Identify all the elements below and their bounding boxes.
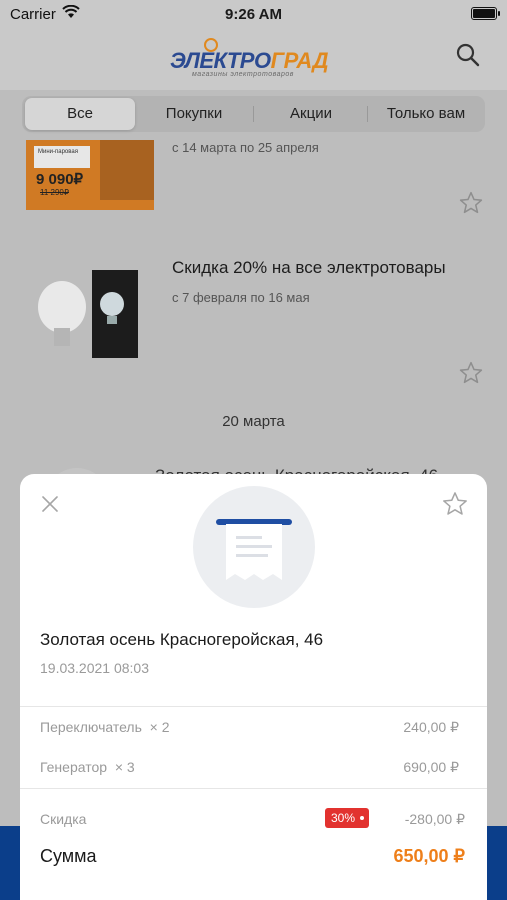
logo-subtitle: магазины электротоваров — [192, 71, 294, 78]
tab-only-for-you[interactable]: Только вам — [370, 98, 482, 130]
logo-part-2: ГРАД — [270, 48, 329, 73]
line-item-amount: 240,00 ₽ — [403, 719, 459, 735]
discount-amount: -280,00 ₽ — [404, 811, 465, 827]
app-header: ЭЛЕКТРОГРАД магазины электротоваров — [0, 28, 507, 90]
tab-promotions[interactable]: Акции — [256, 98, 366, 130]
tab-all[interactable]: Все — [25, 98, 135, 130]
search-icon[interactable] — [455, 42, 481, 68]
promo-image-caption: Мини-паровая — [34, 146, 90, 168]
item-qty: × 3 — [114, 759, 135, 775]
tab-purchases[interactable]: Покупки — [138, 98, 250, 130]
status-bar: Carrier 9:26 AM — [0, 0, 507, 28]
line-item-amount: 690,00 ₽ — [403, 759, 459, 775]
item-name: Генератор — [40, 759, 108, 775]
tab-divider — [253, 106, 254, 122]
receipt-illustration — [216, 519, 292, 580]
receipt-sheet: Золотая осень Красногеройская, 46 19.03.… — [20, 474, 487, 900]
receipt-icon — [193, 486, 315, 608]
line-item-name: Генератор × 3 — [40, 759, 135, 775]
logo-part-1: ЭЛЕКТРО — [170, 48, 271, 73]
promo-image — [26, 262, 154, 362]
battery-icon — [471, 7, 500, 20]
item-qty: × 2 — [149, 719, 170, 735]
filter-tabs: Все Покупки Акции Только вам — [22, 96, 485, 132]
star-icon[interactable] — [441, 490, 469, 518]
close-icon[interactable] — [40, 494, 60, 514]
store-name: Золотая осень Красногеройская, 46 — [40, 630, 324, 649]
promo-date: с 14 марта по 25 апреля — [172, 140, 319, 155]
item-name: Переключатель — [40, 719, 142, 735]
receipt-datetime: 19.03.2021 08:03 — [40, 660, 149, 676]
total-label: Сумма — [40, 846, 97, 866]
promo-image-price: 9 090₽ — [36, 171, 84, 188]
clock: 9:26 AM — [225, 6, 282, 23]
light-bulb-image — [38, 270, 138, 358]
brand-logo[interactable]: ЭЛЕКТРОГРАД магазины электротоваров — [170, 38, 340, 82]
promo-title: Скидка 20% на все электротовары — [172, 258, 446, 277]
discount-label: Скидка — [40, 811, 87, 827]
total-amount: 650,00 ₽ — [393, 846, 465, 866]
star-icon[interactable] — [458, 190, 484, 216]
date-section-header: 20 марта — [222, 413, 285, 430]
divider — [20, 706, 487, 707]
product-photo — [100, 140, 154, 200]
line-item-name: Переключатель × 2 — [40, 719, 170, 735]
promo-date: с 7 февраля по 16 мая — [172, 290, 310, 305]
divider — [20, 788, 487, 789]
tab-divider — [367, 106, 368, 122]
promo-image: Мини-паровая 9 090₽ 11 290₽ — [26, 140, 154, 210]
promo-image-old-price: 11 290₽ — [40, 188, 69, 197]
star-icon[interactable] — [458, 360, 484, 386]
discount-badge: 30% — [325, 808, 370, 828]
